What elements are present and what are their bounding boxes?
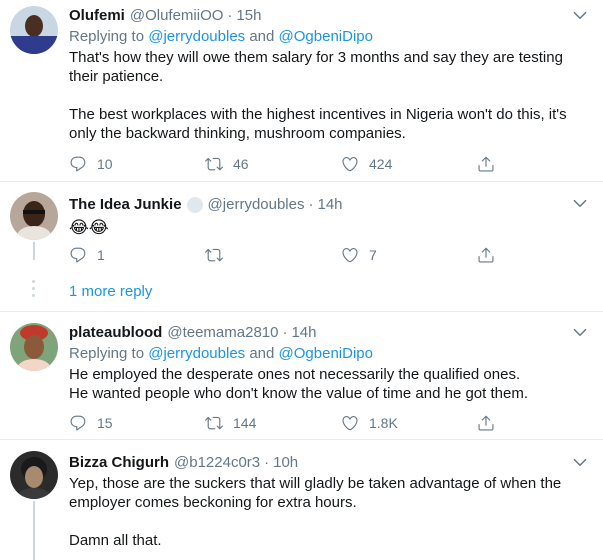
reply-icon bbox=[69, 155, 87, 173]
tweet-actions: 15 144 1.8K bbox=[69, 413, 509, 433]
chevron-down-icon[interactable] bbox=[571, 194, 589, 212]
tweet-text: That's how they will owe them salary for… bbox=[69, 48, 589, 143]
tweet-actions: 1 7 bbox=[69, 245, 509, 265]
retweet-button[interactable] bbox=[205, 245, 341, 265]
tweet-paragraph: Yep, those are the suckers that will gla… bbox=[69, 475, 562, 511]
retweet-icon bbox=[205, 414, 223, 432]
like-count: 424 bbox=[369, 156, 393, 172]
tweet-paragraph: Damn all that. bbox=[69, 532, 162, 549]
author-handle[interactable]: @b1224c0r3 bbox=[174, 453, 260, 473]
chevron-down-icon[interactable] bbox=[571, 323, 589, 341]
retweet-icon bbox=[205, 246, 223, 264]
chevron-down-icon[interactable] bbox=[571, 453, 589, 471]
timestamp[interactable]: 15h bbox=[236, 6, 261, 26]
mention-link[interactable]: @jerrydoubles bbox=[148, 28, 245, 45]
separator: · bbox=[282, 324, 288, 341]
author-name[interactable]: Bizza Chigurh bbox=[69, 453, 169, 473]
avatar-image bbox=[10, 323, 58, 371]
avatar[interactable] bbox=[10, 192, 58, 240]
like-button[interactable]: 7 bbox=[341, 245, 477, 265]
tweet-paragraph: That's how they will owe them salary for… bbox=[69, 49, 563, 85]
avatar-image bbox=[10, 6, 58, 54]
author-handle[interactable]: @OlufemiiOO bbox=[130, 6, 224, 26]
mention-link[interactable]: @jerrydoubles bbox=[148, 345, 245, 362]
author-name[interactable]: Olufemi bbox=[69, 6, 125, 26]
share-icon bbox=[477, 414, 495, 432]
avatar-image bbox=[10, 192, 58, 240]
thread-line bbox=[33, 501, 35, 560]
share-button[interactable] bbox=[477, 245, 495, 265]
heart-icon bbox=[341, 246, 359, 264]
heart-icon bbox=[341, 155, 359, 173]
reply-count: 1 bbox=[97, 247, 105, 263]
tweet[interactable]: plateaublood @teemama2810 · 14h Replying… bbox=[0, 313, 603, 440]
reply-count: 15 bbox=[97, 415, 113, 431]
badge-icon bbox=[186, 197, 203, 213]
replying-and: and bbox=[245, 28, 279, 45]
more-replies-row[interactable]: 1 more reply bbox=[0, 272, 603, 312]
separator: · bbox=[227, 7, 233, 24]
like-count: 7 bbox=[369, 247, 377, 263]
replying-prefix: Replying to bbox=[69, 28, 149, 45]
separator: · bbox=[264, 454, 270, 471]
avatar[interactable] bbox=[10, 323, 58, 371]
separator: · bbox=[308, 196, 314, 213]
reply-icon bbox=[69, 246, 87, 264]
share-button[interactable] bbox=[477, 154, 495, 174]
retweet-button[interactable]: 46 bbox=[205, 154, 341, 174]
replying-prefix: Replying to bbox=[69, 345, 149, 362]
retweet-icon bbox=[205, 155, 223, 173]
like-count: 1.8K bbox=[369, 415, 398, 431]
tweet-text: He employed the desperate ones not neces… bbox=[69, 365, 589, 403]
retweet-count: 46 bbox=[233, 156, 249, 172]
reply-icon bbox=[69, 414, 87, 432]
reply-button[interactable]: 15 bbox=[69, 413, 205, 433]
reply-button[interactable]: 1 bbox=[69, 245, 205, 265]
avatar[interactable] bbox=[10, 6, 58, 54]
retweet-button[interactable]: 144 bbox=[205, 413, 341, 433]
tweet[interactable]: The Idea Junkie @jerrydoubles · 14h 😂😂 1… bbox=[0, 182, 603, 263]
timestamp[interactable]: 14h bbox=[317, 195, 342, 215]
tweet[interactable]: Olufemi @OlufemiiOO · 15h Replying to @j… bbox=[0, 0, 603, 182]
thread-line bbox=[33, 242, 35, 260]
tweet-text: 😂😂 bbox=[69, 218, 109, 237]
share-button[interactable] bbox=[477, 413, 495, 433]
timestamp[interactable]: 14h bbox=[291, 323, 316, 343]
like-button[interactable]: 1.8K bbox=[341, 413, 477, 433]
share-icon bbox=[477, 155, 495, 173]
author-name[interactable]: The Idea Junkie bbox=[69, 195, 182, 215]
tweet-text: Yep, those are the suckers that will gla… bbox=[69, 474, 589, 550]
chevron-down-icon[interactable] bbox=[571, 6, 589, 24]
author-handle[interactable]: @teemama2810 bbox=[167, 323, 278, 343]
replying-to: Replying to @jerrydoubles and @OgbeniDip… bbox=[69, 344, 589, 364]
tweet-paragraph: The best workplaces with the highest inc… bbox=[69, 106, 567, 142]
replying-and: and bbox=[245, 345, 279, 362]
replying-to: Replying to @jerrydoubles and @OgbeniDip… bbox=[69, 27, 589, 47]
author-handle[interactable]: @jerrydoubles bbox=[208, 195, 305, 215]
tweet-line: He employed the desperate ones not neces… bbox=[69, 366, 521, 383]
reply-count: 10 bbox=[97, 156, 113, 172]
avatar[interactable] bbox=[10, 451, 58, 499]
tweet-actions: 10 46 424 bbox=[69, 154, 509, 174]
timestamp[interactable]: 10h bbox=[273, 453, 298, 473]
author-name[interactable]: plateaublood bbox=[69, 323, 162, 343]
share-icon bbox=[477, 246, 495, 264]
reply-button[interactable]: 10 bbox=[69, 154, 205, 174]
thread-dots bbox=[32, 280, 36, 304]
tweet-line: He wanted people who don't know the valu… bbox=[69, 385, 528, 402]
retweet-count: 144 bbox=[233, 415, 257, 431]
mention-link[interactable]: @OgbeniDipo bbox=[279, 345, 373, 362]
more-replies-link[interactable]: 1 more reply bbox=[69, 283, 152, 300]
tweet[interactable]: Bizza Chigurh @b1224c0r3 · 10h Yep, thos… bbox=[0, 441, 603, 560]
like-button[interactable]: 424 bbox=[341, 154, 477, 174]
mention-link[interactable]: @OgbeniDipo bbox=[279, 28, 373, 45]
heart-icon bbox=[341, 414, 359, 432]
avatar-image bbox=[10, 451, 58, 499]
